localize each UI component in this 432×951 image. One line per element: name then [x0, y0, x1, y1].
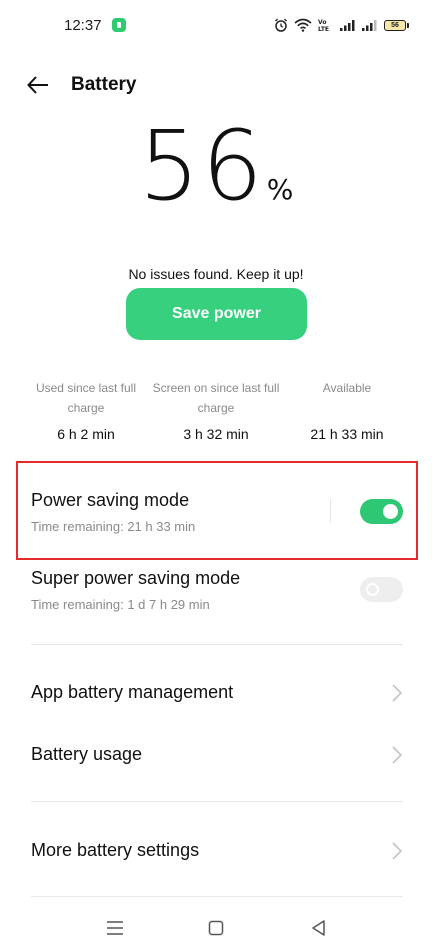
stat-label: Screen on since last full charge [152, 381, 280, 415]
svg-text:LTE: LTE [318, 26, 329, 32]
power-saving-mode-title: Power saving mode [31, 490, 190, 510]
super-power-saving-mode-row[interactable]: Super power saving mode Time remaining: … [0, 558, 432, 622]
chevron-right-icon [392, 746, 403, 764]
power-saving-mode-subtitle: Time remaining: 21 h 33 min [31, 519, 196, 534]
battery-icon: 56 [384, 19, 409, 31]
arrow-left-icon [27, 76, 48, 94]
battery-percent-value: 56 [138, 110, 265, 222]
alarm-icon [275, 18, 287, 32]
home-icon [208, 920, 224, 936]
chevron-right-icon [392, 684, 403, 702]
app-battery-management-row[interactable]: App battery management [0, 668, 432, 718]
navigation-bar [0, 910, 432, 946]
volte-icon: Vo LTE [318, 19, 329, 32]
more-battery-settings-label: More battery settings [31, 840, 200, 860]
signal-icon [362, 20, 377, 31]
power-saving-mode-row[interactable]: Power saving mode Time remaining: 21 h 3… [0, 480, 432, 544]
super-power-saving-mode-title: Super power saving mode [31, 568, 241, 588]
battery-usage-row[interactable]: Battery usage [0, 730, 432, 780]
battery-percent: 56% [0, 118, 432, 214]
section-divider [31, 801, 403, 802]
battery-usage-label: Battery usage [31, 744, 143, 764]
svg-text:Vo: Vo [318, 19, 326, 26]
back-button[interactable] [24, 72, 54, 98]
stat-value: 6 h 2 min [57, 426, 115, 442]
signal-icon [340, 20, 355, 31]
menu-icon [107, 921, 123, 935]
stat-available: Available 21 h 33 min [282, 378, 412, 442]
status-icons: Vo LTE 56 [274, 16, 409, 34]
app-battery-management-label: App battery management [31, 682, 234, 702]
stat-value: 21 h 33 min [310, 426, 384, 442]
toggle-knob [383, 504, 398, 519]
battery-status-message: No issues found. Keep it up! [128, 266, 304, 282]
percent-sign: % [266, 173, 294, 206]
save-power-button[interactable]: Save power [126, 288, 307, 340]
back-triangle-icon [312, 920, 325, 936]
toggle-knob [366, 583, 379, 596]
recent-apps-button[interactable] [104, 918, 126, 938]
stat-screen-on: Screen on since last full charge 3 h 32 … [151, 378, 281, 442]
page-title: Battery [71, 74, 137, 95]
stat-value: 3 h 32 min [183, 426, 249, 442]
super-power-saving-mode-subtitle: Time remaining: 1 d 7 h 29 min [31, 597, 210, 612]
status-bar: 12:37 Vo LTE 56 [0, 0, 432, 54]
chevron-right-icon [392, 842, 403, 860]
header: Battery [0, 62, 432, 108]
section-divider [31, 896, 403, 897]
nav-back-button[interactable] [308, 918, 330, 938]
power-saving-mode-toggle[interactable] [360, 499, 403, 524]
stat-label: Available [322, 381, 372, 395]
app-notification-icon [112, 18, 126, 32]
stat-label: Used since last full charge [35, 381, 137, 415]
wifi-icon [294, 18, 312, 32]
more-battery-settings-row[interactable]: More battery settings [0, 826, 432, 876]
status-time: 12:37 [64, 17, 102, 34]
stat-used-since-charge: Used since last full charge 6 h 2 min [21, 378, 151, 442]
section-divider [31, 644, 403, 645]
row-divider [330, 499, 331, 523]
super-power-saving-mode-toggle[interactable] [360, 577, 403, 602]
home-button[interactable] [205, 918, 227, 938]
